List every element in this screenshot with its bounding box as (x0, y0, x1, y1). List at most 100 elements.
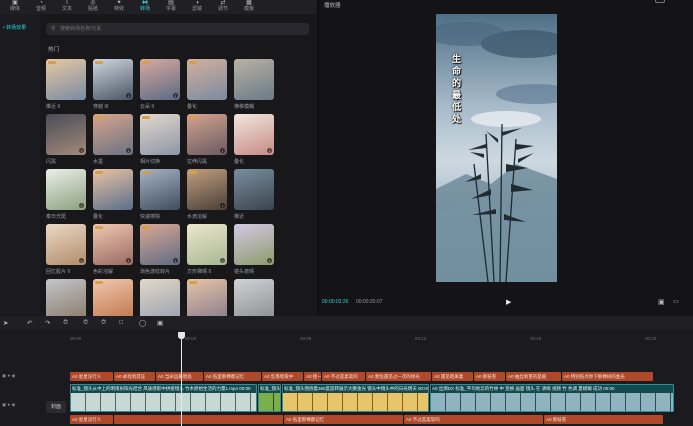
split-icon[interactable]: ⎊ (63, 319, 68, 327)
split-right-icon[interactable]: ⎊ (101, 319, 106, 327)
effect-card[interactable]: ↓ 闪黑 (46, 114, 86, 167)
select-tool-icon[interactable]: ➤ (3, 319, 8, 327)
text-clip[interactable]: A0 接一 (304, 372, 321, 381)
search-box[interactable]: ⚲ (46, 23, 309, 35)
text-clip[interactable]: A0 不过是柔软的 (404, 415, 543, 424)
download-icon[interactable]: ↓ (220, 203, 225, 208)
effect-card[interactable]: ↓ 渐色波纹转片 (140, 224, 180, 277)
download-icon[interactable]: ↓ (220, 148, 225, 153)
undo-icon[interactable]: ↶ (27, 319, 32, 327)
toolbar-tab-6[interactable]: ▤ 字幕 (158, 0, 184, 14)
effect-card[interactable]: 推近 (234, 169, 274, 222)
text-clip[interactable]: A0 抽丝剥茧的是痕 (506, 372, 561, 381)
text-clip[interactable] (114, 415, 283, 424)
text-clip[interactable]: A0 却找到其证 (114, 372, 155, 381)
video-track-controls[interactable]: ▣ ● ◉ (2, 402, 15, 408)
video-clip[interactable]: 标准_镜头从中上的明南树阳光结合 风质感影中拼接镜头 竹木原始生活的力量1.mp… (70, 384, 257, 412)
effect-card[interactable]: ↓ 水墨 (93, 114, 133, 167)
toolbar-tab-2[interactable]: T 文本 (54, 0, 80, 14)
effect-card[interactable]: 相片切换 (140, 114, 180, 167)
time-ruler[interactable]: 00:00 00:04 00:08 00:12 00:16 00:20 (68, 333, 693, 343)
effect-card[interactable]: ↓ 穿越 III (93, 59, 133, 112)
text-clip[interactable]: A0 我恒遇见过一次的绿光 (366, 372, 431, 381)
effect-name: 方形梯晴 II (187, 269, 212, 275)
effect-card[interactable] (234, 279, 274, 316)
playhead[interactable] (181, 332, 182, 426)
split-left-icon[interactable]: ⎊ (83, 319, 88, 327)
toolbar-tab-0[interactable]: ▣ 媒体 (2, 0, 28, 14)
text-clip[interactable]: A0 低里那棵都记忆 (204, 372, 261, 381)
effect-card[interactable]: 叠化 (187, 59, 227, 112)
effect-card[interactable]: ↓ 镜头遮晴 (234, 224, 274, 277)
effect-card[interactable]: ↓ 水滴溶解 (187, 169, 227, 222)
search-input[interactable] (60, 24, 300, 34)
download-icon[interactable]: ↓ (173, 258, 178, 263)
effect-card[interactable]: 快速擦除 (140, 169, 180, 222)
toolbar-tab-8[interactable]: ⇄ 调节 (210, 0, 236, 14)
video-thumbnail-strip (431, 393, 673, 411)
download-icon[interactable]: ↓ (126, 93, 131, 98)
effect-card[interactable]: ↓ 回忆胶片 II (46, 224, 86, 277)
effect-card[interactable]: 推近 II (46, 59, 86, 112)
text-track: A0 星星没行人 A0 却找到其证 A0 当命运最暗处 A0 低里那棵都记忆 A0 坠落… (70, 372, 693, 382)
download-icon[interactable]: ↓ (267, 148, 272, 153)
playhead-handle[interactable] (178, 332, 185, 339)
image-icon[interactable]: ▣ (157, 319, 163, 327)
effect-card[interactable] (93, 279, 133, 316)
toolbar-tab-3[interactable]: ◎ 贴纸 (80, 0, 106, 14)
effect-card[interactable] (140, 279, 180, 316)
download-icon[interactable]: ↓ (79, 258, 84, 263)
text-clip[interactable]: A0 当命运最暗处 (156, 372, 203, 381)
toolbar-tab-9[interactable]: ▦ 模板 (236, 0, 262, 14)
crop-icon[interactable]: ▣ (658, 298, 665, 306)
effect-card[interactable]: 叠化 (93, 169, 133, 222)
text-clip[interactable]: A0 特别低点你下那棵树的金光 (562, 372, 653, 381)
player-menu-icon[interactable] (655, 0, 665, 3)
effect-card[interactable]: ↓ 方形梯晴 II (187, 224, 227, 277)
effect-name: 水墨 (93, 159, 104, 165)
effect-card[interactable]: ↓ 拉伸闪黑 (187, 114, 227, 167)
effect-card[interactable]: ↓ 泰日光斑 (46, 169, 86, 222)
download-icon[interactable]: ↓ (267, 258, 272, 263)
video-clip[interactable]: A0 丝绸DX 标准_平均地云的竹林 中 变换 画面 镜头 在 清晰 视频 竹 … (430, 384, 674, 412)
effect-card[interactable]: ↓ 色彩溶解 (93, 224, 133, 277)
toolbar-tab-7[interactable]: ◑ 滤镜 (184, 0, 210, 14)
effect-card[interactable]: ↓ 叠化 (234, 114, 274, 167)
toolbar-tab-4[interactable]: ✦ 特效 (106, 0, 132, 14)
aspect-ratio-icon[interactable]: ▭ (673, 298, 679, 305)
text-clip[interactable]: A0 遇见距离着 (432, 372, 473, 381)
shield-icon[interactable]: ◯ (139, 319, 146, 327)
toolbar-tab-5[interactable]: ⧓ 转场 (132, 0, 158, 14)
download-icon[interactable]: ↓ (126, 148, 131, 153)
text-clip[interactable]: A0 坠落暗夜中 (262, 372, 303, 381)
effect-card[interactable]: ↓ 云朵 II (140, 59, 180, 112)
effect-card[interactable]: 横移模糊 (234, 59, 274, 112)
video-clip[interactable]: 标准_镜头围绕着360度旋转展示大鹏金光 镜头中镜头中的日光明天 00:00 (282, 384, 429, 412)
text-clip[interactable]: A0 低里那棵都记忆 (284, 415, 403, 424)
download-icon[interactable]: ↓ (79, 203, 84, 208)
video-clip[interactable]: 标准_镜头围绕着360度 (258, 384, 281, 412)
effect-card[interactable] (46, 279, 86, 316)
delete-icon[interactable]: □ (119, 319, 123, 326)
text-clip[interactable]: A0 那枝卷 (474, 372, 505, 381)
vip-badge-icon (95, 116, 103, 119)
download-icon[interactable]: ↓ (126, 258, 131, 263)
toolbar-tab-1[interactable]: ◔ 音频 (28, 0, 54, 14)
text-clip[interactable]: A0 星星没行人 (70, 415, 113, 424)
sidenav-item-transitions[interactable]: • 转场效果 (3, 24, 26, 31)
cover-button[interactable]: 封面 (46, 401, 66, 413)
download-icon[interactable]: ↓ (79, 148, 84, 153)
effect-card[interactable] (187, 279, 227, 316)
download-icon[interactable]: ↓ (173, 93, 178, 98)
toolbar-tab-label: 音频 (35, 6, 46, 12)
play-button[interactable]: ▶ (506, 298, 511, 306)
text-track-controls[interactable]: ▣ ● ◉ (2, 373, 15, 379)
text-clip[interactable]: A0 星星没行人 (70, 372, 113, 381)
toolbar-tab-label: 字幕 (165, 6, 176, 12)
vip-badge-icon (95, 61, 103, 64)
redo-icon[interactable]: ↷ (45, 319, 50, 327)
text-clip[interactable]: A0 不过是柔软的 (322, 372, 365, 381)
download-icon[interactable]: ↓ (220, 258, 225, 263)
current-time: 00:00:03:26 (322, 299, 349, 305)
text-clip[interactable]: A0 那枝卷 (544, 415, 663, 424)
